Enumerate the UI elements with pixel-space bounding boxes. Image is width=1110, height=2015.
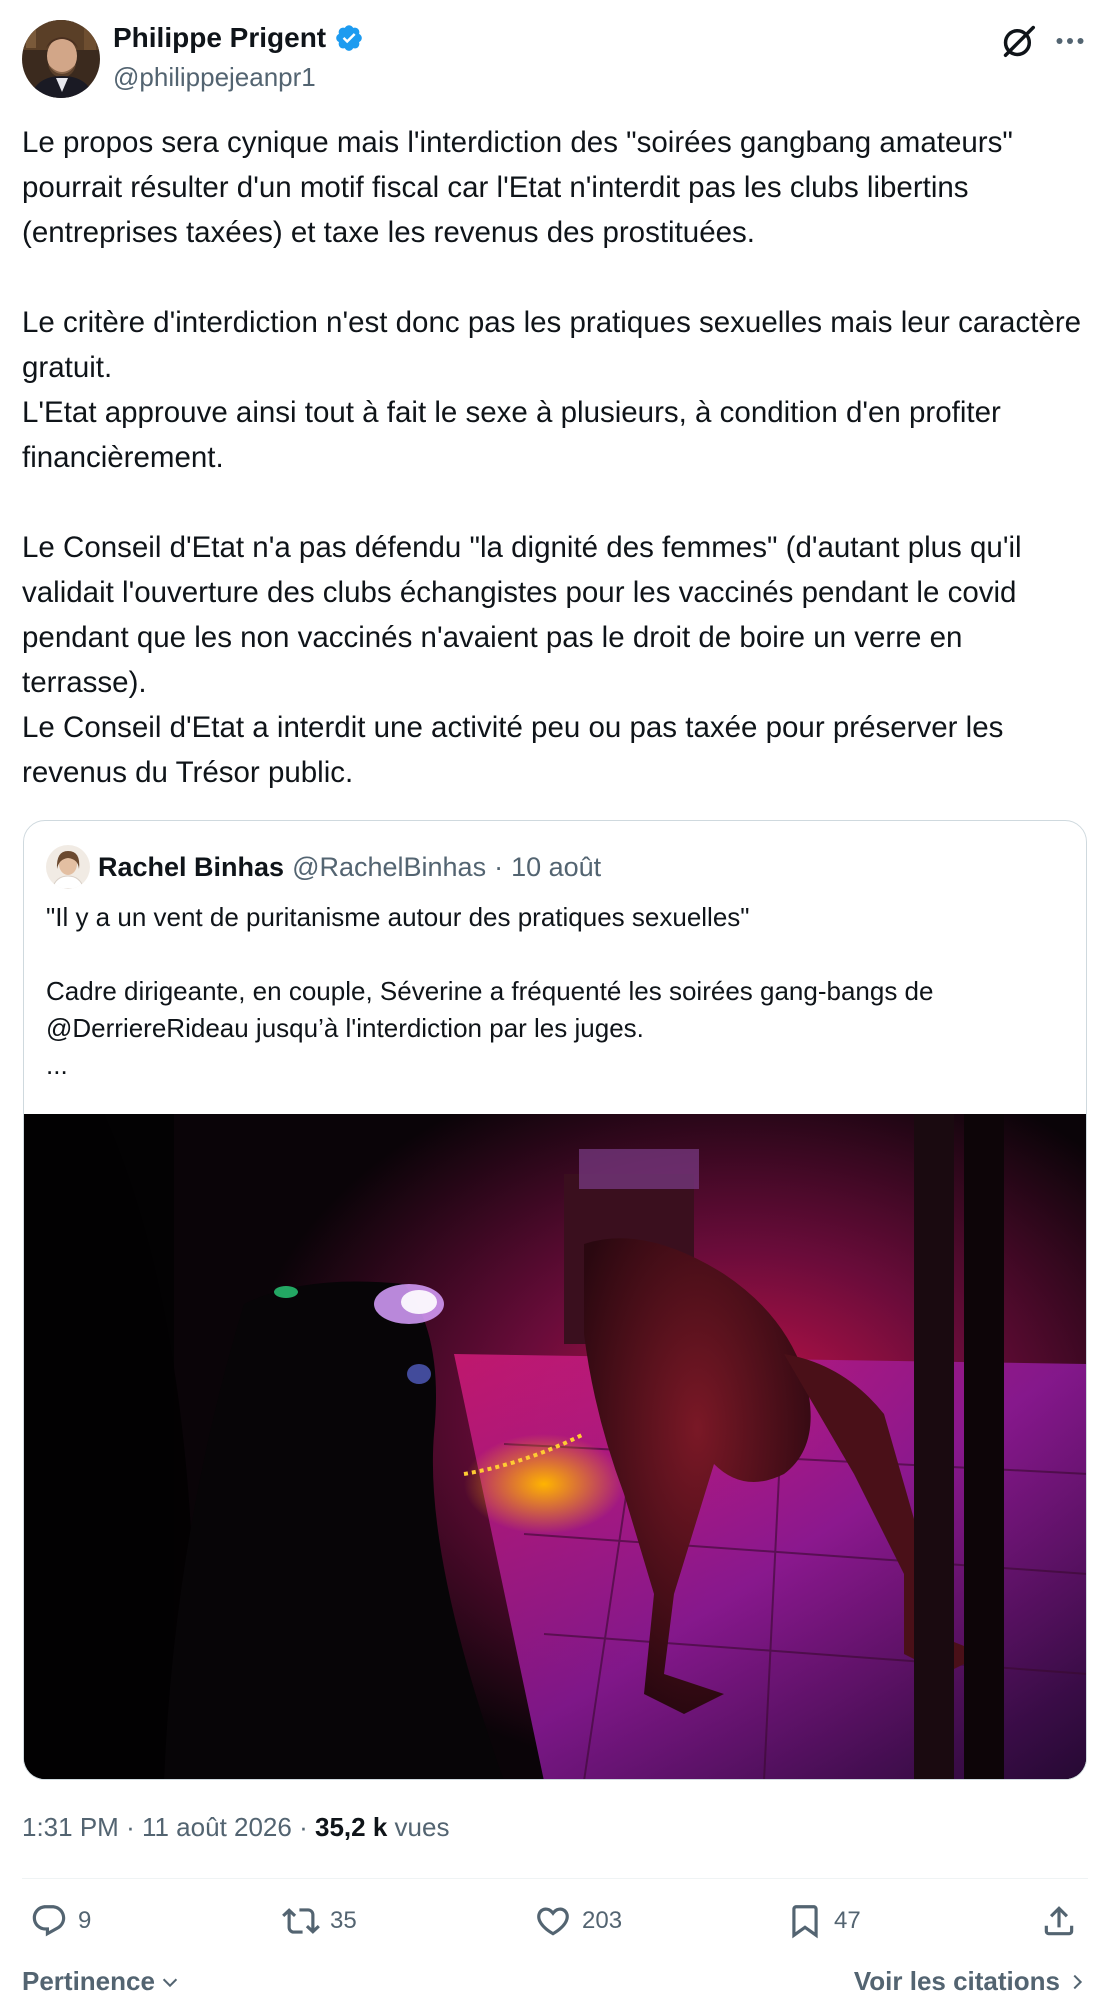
divider	[22, 1878, 1088, 1879]
quote-separator: ·	[494, 851, 504, 882]
sort-dropdown[interactable]: Pertinence	[22, 1966, 181, 1997]
reply-button[interactable]: 9	[30, 1902, 91, 1940]
quote-date[interactable]: 10 août	[511, 852, 601, 883]
tweet-detail: Philippe Prigent @philippejeanpr1 Le pro…	[0, 0, 1110, 2015]
quoted-tweet[interactable]: Rachel Binhas @RachelBinhas · 10 août "I…	[23, 820, 1087, 1780]
quote-author-avatar[interactable]	[46, 845, 90, 889]
repost-icon	[282, 1908, 320, 1934]
tweet-time[interactable]: 1:31 PM	[22, 1812, 119, 1842]
quote-text: "Il y a un vent de puritanisme autour de…	[46, 902, 934, 1080]
view-quotes-label: Voir les citations	[853, 1966, 1060, 1996]
quote-display-name[interactable]: Rachel Binhas	[98, 852, 284, 883]
share-icon	[1044, 1906, 1074, 1936]
tweet-meta: 1:31 PM · 11 août 2026 · 35,2 k vues	[22, 1812, 449, 1843]
more-icon[interactable]	[1052, 26, 1088, 56]
meta-separator: ·	[126, 1812, 135, 1842]
views-count: 35,2 k	[315, 1812, 388, 1842]
quote-handle[interactable]: @RachelBinhas	[292, 852, 486, 883]
repost-button[interactable]: 35	[282, 1902, 357, 1940]
like-icon	[537, 1907, 569, 1936]
author-handle[interactable]: @philippejeanpr1	[113, 62, 316, 93]
bookmark-count: 47	[834, 1907, 861, 1934]
chevron-right-icon	[1073, 1974, 1083, 1989]
share-button[interactable]	[1040, 1902, 1078, 1940]
quote-media-image[interactable]	[24, 1114, 1086, 1779]
grok-icon[interactable]	[1000, 22, 1038, 60]
view-quotes-link[interactable]: Voir les citations	[854, 1966, 1088, 1997]
repost-count: 35	[330, 1907, 357, 1934]
author-display-name[interactable]: Philippe Prigent	[113, 22, 326, 54]
reply-count: 9	[78, 1907, 92, 1934]
bookmark-icon	[792, 1905, 818, 1939]
quoted-tweet-header: Rachel Binhas @RachelBinhas · 10 août	[46, 845, 601, 889]
chevron-down-icon	[162, 1978, 178, 1987]
like-button[interactable]: 203	[534, 1902, 622, 1940]
verified-badge-icon	[336, 25, 362, 51]
tweet-date[interactable]: 11 août 2026	[142, 1812, 292, 1842]
bookmark-button[interactable]: 47	[786, 1902, 861, 1940]
sort-label: Pertinence	[22, 1966, 155, 1996]
views-label: vues	[394, 1812, 450, 1842]
tweet-text: Le propos sera cynique mais l'interdicti…	[22, 126, 1082, 789]
like-count: 203	[582, 1907, 623, 1934]
author-name-row[interactable]: Philippe Prigent	[113, 22, 364, 54]
reply-icon	[32, 1905, 66, 1937]
meta-separator: ·	[299, 1812, 308, 1842]
author-avatar[interactable]	[22, 20, 100, 98]
